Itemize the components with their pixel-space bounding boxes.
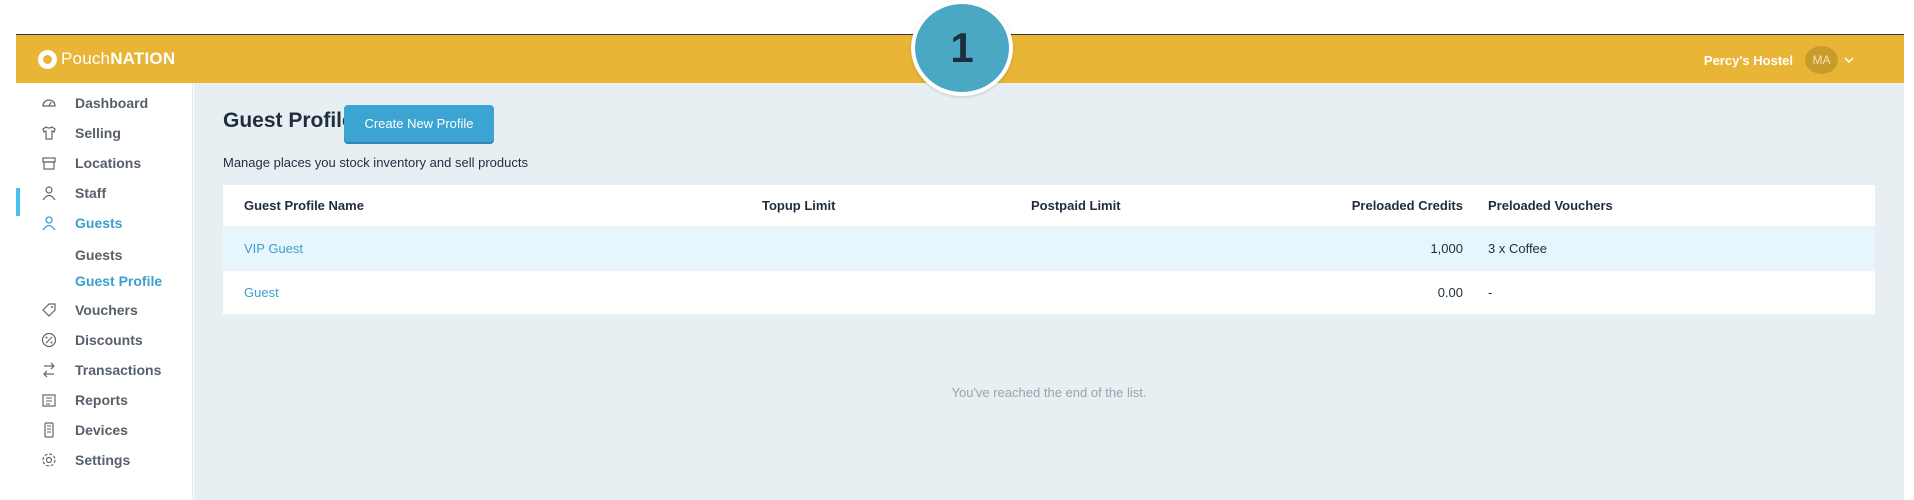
column-header-credits: Preloaded Credits [1351,198,1463,213]
transactions-icon [43,362,55,378]
preloaded-vouchers-cell: - [1488,285,1493,300]
table-row[interactable]: VIP Guest 1,000 3 x Coffee [223,227,1875,271]
sidebar-item-label: Discounts [75,332,143,348]
sidebar-item-selling[interactable]: Selling [16,121,193,145]
dashboard-icon [42,99,56,107]
brand-name-part2: NATION [110,49,176,68]
preloaded-credits-cell: 1,000 [1430,241,1463,256]
chevron-down-icon[interactable] [1844,55,1854,65]
sidebar-item-staff[interactable]: Staff [16,181,193,205]
sidebar: Dashboard Selling Locations Staff Guests… [16,83,193,500]
column-header-name: Guest Profile Name [244,198,364,213]
table-header-row: Guest Profile Name Topup Limit Postpaid … [223,185,1875,227]
sidebar-item-discounts[interactable]: Discounts [16,328,193,352]
sidebar-item-label: Devices [75,422,128,438]
end-of-list-message: You've reached the end of the list. [951,385,1147,400]
sidebar-item-reports[interactable]: Reports [16,388,193,412]
sidebar-item-dashboard[interactable]: Dashboard [16,91,193,115]
store-icon [42,157,56,170]
shirt-icon [42,126,56,140]
avatar[interactable]: MA [1805,46,1838,74]
sidebar-item-label: Selling [75,125,121,141]
create-new-profile-button[interactable]: Create New Profile [344,105,494,142]
app-window: Pouch NATION Percy's Hostel MA Dashboard … [16,34,1904,500]
account-menu[interactable]: Percy's Hostel MA [1704,46,1854,74]
sidebar-item-label: Reports [75,392,128,408]
sidebar-item-vouchers[interactable]: Vouchers [16,298,193,322]
sidebar-subitem-guest-profile[interactable]: Guest Profile [75,273,162,289]
profile-name-link[interactable]: Guest [244,271,279,314]
brand-logo[interactable]: Pouch NATION [38,49,175,69]
guest-profiles-table: Guest Profile Name Topup Limit Postpaid … [223,185,1875,315]
column-header-vouchers: Preloaded Vouchers [1488,198,1613,213]
sidebar-item-locations[interactable]: Locations [16,151,193,175]
table-row[interactable]: Guest 0.00 - [223,271,1875,315]
sidebar-item-label: Vouchers [75,302,138,318]
main-content: Guest Profiles Create New Profile Manage… [194,83,1904,500]
profile-name-link[interactable]: VIP Guest [244,227,303,270]
user-icon [42,216,56,231]
reports-icon [42,394,56,407]
brand-name-part1: Pouch [61,49,111,68]
page-subtitle: Manage places you stock inventory and se… [223,155,528,170]
sidebar-item-settings[interactable]: Settings [16,448,193,472]
sidebar-item-devices[interactable]: Devices [16,418,193,442]
sidebar-item-label: Dashboard [75,95,149,111]
sidebar-item-label: Transactions [75,362,162,378]
sidebar-subitem-guests[interactable]: Guests [75,247,122,263]
column-header-postpaid: Postpaid Limit [1031,198,1121,213]
user-icon [42,186,56,201]
sidebar-item-label: Locations [75,155,142,171]
sidebar-item-label: Guests [75,215,123,231]
step-number-badge: 1 [911,0,1013,96]
pouch-logo-icon [38,49,57,69]
percent-icon [41,332,57,348]
column-header-topup: Topup Limit [762,198,836,213]
sidebar-item-label: Staff [75,185,107,201]
preloaded-credits-cell: 0.00 [1437,285,1463,300]
sidebar-item-transactions[interactable]: Transactions [16,358,193,382]
device-icon [44,422,54,438]
preloaded-vouchers-cell: 3 x Coffee [1488,241,1548,256]
venue-name: Percy's Hostel [1703,52,1793,68]
tag-icon [42,303,56,317]
gear-icon [42,453,56,467]
sidebar-item-label: Settings [75,452,131,468]
sidebar-item-guests[interactable]: Guests [16,211,193,235]
